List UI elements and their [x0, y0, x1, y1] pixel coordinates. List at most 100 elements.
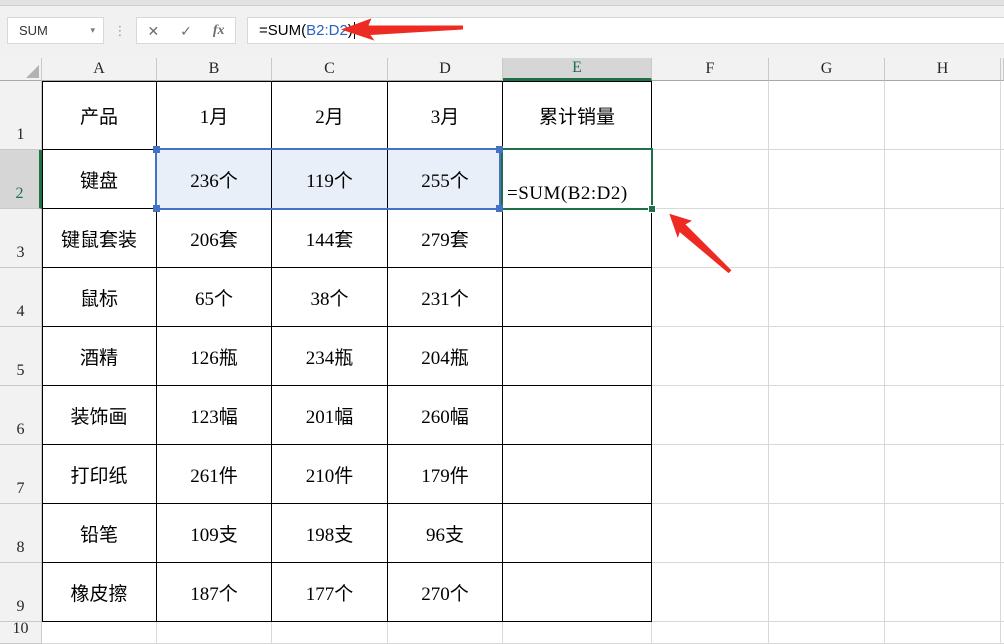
cell-C5[interactable]: 234瓶	[272, 327, 388, 386]
cell-D1[interactable]: 3月	[388, 81, 503, 150]
cell-B4[interactable]: 65个	[157, 268, 272, 327]
column-header-E[interactable]: E	[503, 58, 652, 81]
cell-H6[interactable]	[885, 386, 1001, 445]
column-header-B[interactable]: B	[157, 58, 272, 81]
cell-A6[interactable]: 装饰画	[42, 386, 157, 445]
cell-D10[interactable]	[388, 622, 503, 644]
cell-D9[interactable]: 270个	[388, 563, 503, 622]
column-header-F[interactable]: F	[652, 58, 769, 81]
insert-function-icon[interactable]: fx	[213, 23, 225, 38]
cell-G10[interactable]	[769, 622, 885, 644]
cell-D8[interactable]: 96支	[388, 504, 503, 563]
row-header-5[interactable]: 5	[0, 327, 42, 386]
cell-F3[interactable]	[652, 209, 769, 268]
cell-G2[interactable]	[769, 150, 885, 209]
cell-B3[interactable]: 206套	[157, 209, 272, 268]
cell-G1[interactable]	[769, 81, 885, 150]
column-header-C[interactable]: C	[272, 58, 388, 81]
cell-G6[interactable]	[769, 386, 885, 445]
cell-H1[interactable]	[885, 81, 1001, 150]
cell-H5[interactable]	[885, 327, 1001, 386]
row-header-7[interactable]: 7	[0, 445, 42, 504]
cell-F10[interactable]	[652, 622, 769, 644]
cell-A10[interactable]	[42, 622, 157, 644]
cell-H3[interactable]	[885, 209, 1001, 268]
cell-C2[interactable]: 119个	[272, 150, 388, 209]
cell-F6[interactable]	[652, 386, 769, 445]
cell-A3[interactable]: 键鼠套装	[42, 209, 157, 268]
column-header-G[interactable]: G	[769, 58, 885, 81]
row-header-6[interactable]: 6	[0, 386, 42, 445]
cell-G8[interactable]	[769, 504, 885, 563]
cell-B8[interactable]: 109支	[157, 504, 272, 563]
cell-D6[interactable]: 260幅	[388, 386, 503, 445]
cell-H9[interactable]	[885, 563, 1001, 622]
fill-handle[interactable]	[648, 205, 656, 213]
cell-E3[interactable]	[503, 209, 652, 268]
row-header-9[interactable]: 9	[0, 563, 42, 622]
select-all-button[interactable]	[0, 58, 42, 81]
cell-A4[interactable]: 鼠标	[42, 268, 157, 327]
cell-A7[interactable]: 打印纸	[42, 445, 157, 504]
cell-A9[interactable]: 橡皮擦	[42, 563, 157, 622]
cell-C7[interactable]: 210件	[272, 445, 388, 504]
formula-bar-input[interactable]: =SUM(B2:D2)	[247, 17, 1004, 44]
row-header-2[interactable]: 2	[0, 150, 42, 209]
cell-E6[interactable]	[503, 386, 652, 445]
cell-F2[interactable]	[652, 150, 769, 209]
cell-D5[interactable]: 204瓶	[388, 327, 503, 386]
row-header-3[interactable]: 3	[0, 209, 42, 268]
cell-B2[interactable]: 236个	[157, 150, 272, 209]
enter-icon[interactable]: ✓	[180, 24, 192, 38]
cell-F7[interactable]	[652, 445, 769, 504]
cancel-icon[interactable]: ✕	[147, 24, 159, 38]
active-cell-E2[interactable]: =SUM(B2:D2)	[501, 148, 656, 213]
cell-C8[interactable]: 198支	[272, 504, 388, 563]
cell-B1[interactable]: 1月	[157, 81, 272, 150]
cell-E4[interactable]	[503, 268, 652, 327]
cell-B6[interactable]: 123幅	[157, 386, 272, 445]
cell-C1[interactable]: 2月	[272, 81, 388, 150]
row-header-4[interactable]: 4	[0, 268, 42, 327]
row-header-10[interactable]: 10	[0, 620, 42, 644]
cell-A1[interactable]: 产品	[42, 81, 157, 150]
column-header-D[interactable]: D	[388, 58, 503, 81]
cell-H10[interactable]	[885, 622, 1001, 644]
cell-D7[interactable]: 179件	[388, 445, 503, 504]
name-box-dropdown-icon[interactable]: ▾	[90, 25, 103, 36]
cell-H8[interactable]	[885, 504, 1001, 563]
cell-C4[interactable]: 38个	[272, 268, 388, 327]
cell-F5[interactable]	[652, 327, 769, 386]
cell-B10[interactable]	[157, 622, 272, 644]
cell-E9[interactable]	[503, 563, 652, 622]
cell-C10[interactable]	[272, 622, 388, 644]
cell-B5[interactable]: 126瓶	[157, 327, 272, 386]
cell-B7[interactable]: 261件	[157, 445, 272, 504]
cell-G3[interactable]	[769, 209, 885, 268]
column-header-A[interactable]: A	[42, 58, 157, 81]
row-header-1[interactable]: 1	[0, 81, 42, 150]
cell-E8[interactable]	[503, 504, 652, 563]
cell-G9[interactable]	[769, 563, 885, 622]
cell-D2[interactable]: 255个	[388, 150, 503, 209]
cell-A5[interactable]: 酒精	[42, 327, 157, 386]
cell-E1[interactable]: 累计销量	[503, 81, 652, 150]
cell-F8[interactable]	[652, 504, 769, 563]
cell-F9[interactable]	[652, 563, 769, 622]
name-box[interactable]: SUM ▾	[7, 17, 104, 44]
cell-B9[interactable]: 187个	[157, 563, 272, 622]
cell-G7[interactable]	[769, 445, 885, 504]
cell-D3[interactable]: 279套	[388, 209, 503, 268]
cell-C6[interactable]: 201幅	[272, 386, 388, 445]
column-header-H[interactable]: H	[885, 58, 1001, 81]
cell-F4[interactable]	[652, 268, 769, 327]
row-header-8[interactable]: 8	[0, 504, 42, 563]
cell-E5[interactable]	[503, 327, 652, 386]
cell-C3[interactable]: 144套	[272, 209, 388, 268]
cell-A2[interactable]: 键盘	[42, 150, 157, 209]
cell-D4[interactable]: 231个	[388, 268, 503, 327]
cell-E7[interactable]	[503, 445, 652, 504]
cell-H7[interactable]	[885, 445, 1001, 504]
cell-G5[interactable]	[769, 327, 885, 386]
cell-F1[interactable]	[652, 81, 769, 150]
